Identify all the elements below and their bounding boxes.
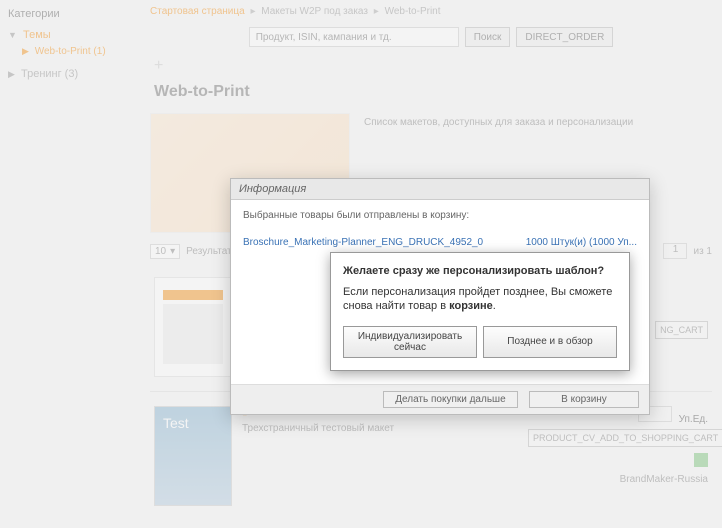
later-button[interactable]: Позднее и в обзор (483, 326, 617, 358)
personalize-now-button[interactable]: Индивидуализировать сейчас (343, 326, 477, 358)
continue-shopping-button[interactable]: Делать покупки дальше (383, 391, 518, 408)
confirm-question: Желаете сразу же персонализировать шабло… (343, 265, 617, 277)
go-to-cart-button[interactable]: В корзину (529, 391, 639, 408)
modal-message: Выбранные товары были отправлены в корзи… (243, 210, 637, 221)
modal-footer: Делать покупки дальше В корзину (231, 384, 649, 414)
confirm-modal: Желаете сразу же персонализировать шабло… (330, 252, 630, 371)
confirm-text: Если персонализация пройдет позднее, Вы … (343, 285, 617, 314)
modal-title: Информация (231, 179, 649, 200)
modal-item-link[interactable]: Broschure_Marketing-Planner_ENG_DRUCK_49… (243, 237, 483, 248)
modal-item-qty: 1000 Штук(и) (1000 Уп... (526, 237, 637, 248)
